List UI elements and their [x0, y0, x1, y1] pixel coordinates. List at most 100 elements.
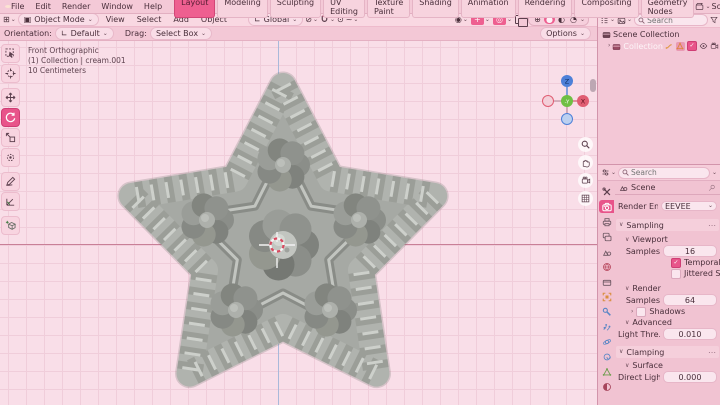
tab-physics-properties[interactable] — [599, 335, 614, 348]
editor-type-button[interactable]: ⊞ ⌄ — [3, 15, 16, 24]
gizmo-neg-x-axis[interactable] — [542, 95, 554, 107]
object-curve-icon[interactable] — [665, 42, 674, 51]
collection-exclude-checkbox[interactable]: ✓ — [686, 41, 697, 51]
shadows-expand-icon[interactable]: › — [631, 308, 633, 315]
tab-world-properties[interactable] — [599, 260, 614, 273]
cream-star-object[interactable] — [103, 71, 463, 405]
menu-help[interactable]: Help — [139, 1, 167, 13]
hide-viewport-eye-icon[interactable] — [699, 42, 708, 50]
shadows-checkbox[interactable] — [636, 306, 647, 317]
tab-collection-properties[interactable] — [599, 275, 614, 288]
cursor-tool[interactable] — [1, 64, 20, 83]
tab-render-properties[interactable] — [599, 200, 614, 213]
viewport-subsection[interactable]: ∨ Viewport — [615, 234, 720, 245]
viewport-scrollbar[interactable] — [590, 79, 596, 92]
menu-view[interactable]: View — [101, 14, 130, 26]
properties-search[interactable] — [618, 166, 710, 179]
clamping-options-icon[interactable]: ⋯ — [708, 348, 716, 357]
add-cube-tool[interactable] — [1, 216, 20, 235]
outliner-row-collection[interactable]: › Collection ✓ — [598, 40, 720, 52]
clamping-section-header[interactable]: ∨ Clamping ⋯ — [616, 346, 719, 358]
viewport-samples-field[interactable]: 16 — [663, 245, 717, 257]
tab-scene-properties[interactable] — [599, 245, 614, 258]
render-engine-dropdown[interactable]: EEVEE ⌄ — [661, 201, 717, 211]
tab-shading[interactable]: Shading — [412, 0, 459, 18]
tab-constraint-properties[interactable] — [599, 350, 614, 363]
outliner-row-scene-collection[interactable]: Scene Collection — [598, 28, 720, 40]
tab-layout[interactable]: Layout — [174, 0, 216, 18]
tab-compositing[interactable]: Compositing — [574, 0, 639, 18]
move-tool[interactable] — [1, 88, 20, 107]
tab-sculpting[interactable]: Sculpting — [269, 0, 322, 18]
measure-tool[interactable] — [1, 192, 20, 211]
direct-light-row: Direct Light 0.000 — [615, 371, 720, 383]
clamping-title: Clamping — [626, 347, 665, 357]
object-mesh-icon[interactable] — [675, 41, 685, 51]
menu-select[interactable]: Select — [132, 14, 167, 26]
sampling-options-icon[interactable]: ⋯ — [708, 221, 716, 230]
tab-uv-editing[interactable]: UV Editing — [323, 0, 365, 18]
tab-object-data-properties[interactable] — [599, 365, 614, 378]
render-samples-label: Samples — [625, 295, 660, 305]
scene-selector[interactable]: ⌄ Scene — [695, 2, 720, 11]
select-box-tool[interactable] — [1, 44, 20, 63]
collection-label: Collection — [623, 41, 663, 51]
jittered-checkbox[interactable] — [671, 268, 681, 279]
tab-viewlayer-properties[interactable] — [599, 230, 614, 243]
properties-search-input[interactable] — [631, 168, 706, 177]
camera-view-button[interactable] — [578, 173, 593, 188]
pin-icon[interactable] — [708, 184, 716, 192]
toggle-perspective-button[interactable] — [578, 191, 593, 206]
properties-editor-button[interactable]: ⌄ — [601, 168, 616, 177]
tab-particle-properties[interactable] — [599, 320, 614, 333]
tab-modifier-properties[interactable] — [599, 305, 614, 318]
annotate-tool[interactable] — [1, 172, 20, 191]
tab-animation[interactable]: Animation — [460, 0, 516, 18]
gizmo-neg-z-axis[interactable] — [561, 113, 573, 125]
tab-texture-paint[interactable]: Texture Paint — [366, 0, 411, 18]
orientation-setting-dropdown[interactable]: ∟ Default ⌄ — [54, 27, 114, 40]
transform-tool[interactable] — [1, 148, 20, 167]
toolbar — [1, 44, 20, 235]
tab-output-properties[interactable] — [599, 215, 614, 228]
rotate-tool[interactable] — [1, 108, 20, 127]
pan-button[interactable] — [578, 155, 593, 170]
temporal-label: Temporal Re... — [684, 258, 720, 267]
scene-name: Scene — [711, 2, 720, 11]
tab-modeling[interactable]: Modeling — [217, 0, 268, 18]
render-samples-field[interactable]: 64 — [663, 294, 717, 306]
render-subsection[interactable]: ∨ Render — [615, 283, 720, 294]
tab-geometry-nodes[interactable]: Geometry Nodes — [640, 0, 695, 18]
direct-light-field[interactable]: 0.000 — [663, 371, 717, 383]
tab-material-properties[interactable] — [599, 380, 614, 393]
svg-text:Z: Z — [565, 78, 570, 86]
tab-rendering[interactable]: Rendering — [517, 0, 573, 18]
scale-tool[interactable] — [1, 128, 20, 147]
properties-options-dropdown-icon[interactable]: ⌄ — [712, 169, 717, 176]
outliner-filter-dropdown-icon: ⌄ — [627, 16, 633, 23]
viewport-3d[interactable]: Front Orthographic (1) Collection | crea… — [0, 41, 597, 405]
shadows-row[interactable]: › Shadows — [615, 306, 720, 317]
tab-tool-properties[interactable] — [599, 185, 614, 198]
options-button[interactable]: Options ⌄ — [540, 27, 591, 40]
menu-render[interactable]: Render — [57, 1, 95, 13]
menu-window[interactable]: Window — [96, 1, 138, 13]
filter-funnel-icon[interactable] — [710, 16, 718, 24]
menu-edit[interactable]: Edit — [30, 1, 56, 13]
temporal-checkbox[interactable]: ✓ — [671, 257, 681, 268]
scene-icon — [696, 2, 704, 10]
advanced-caret-icon: ∨ — [625, 318, 630, 326]
temporal-reprojection-row: ✓ Temporal Re... — [615, 257, 720, 268]
light-threshold-label: Light Thre... — [618, 329, 660, 339]
zoom-button[interactable] — [578, 137, 593, 152]
collection-expand-icon[interactable]: › — [608, 43, 610, 49]
light-threshold-field[interactable]: 0.010 — [663, 328, 717, 340]
tab-object-properties[interactable] — [599, 290, 614, 303]
disable-render-camera-icon[interactable] — [710, 42, 719, 50]
navigation-gizmo[interactable]: Z X -Y — [540, 71, 596, 137]
surface-subsection[interactable]: ∨ Surface — [615, 360, 720, 371]
advanced-subsection[interactable]: ∨ Advanced — [615, 317, 720, 328]
drag-setting-dropdown[interactable]: Select Box ⌄ — [149, 27, 213, 40]
mode-dropdown[interactable]: ▣ Object Mode ⌄ — [17, 13, 99, 26]
sampling-section-header[interactable]: ∨ Sampling ⋯ — [616, 219, 719, 231]
